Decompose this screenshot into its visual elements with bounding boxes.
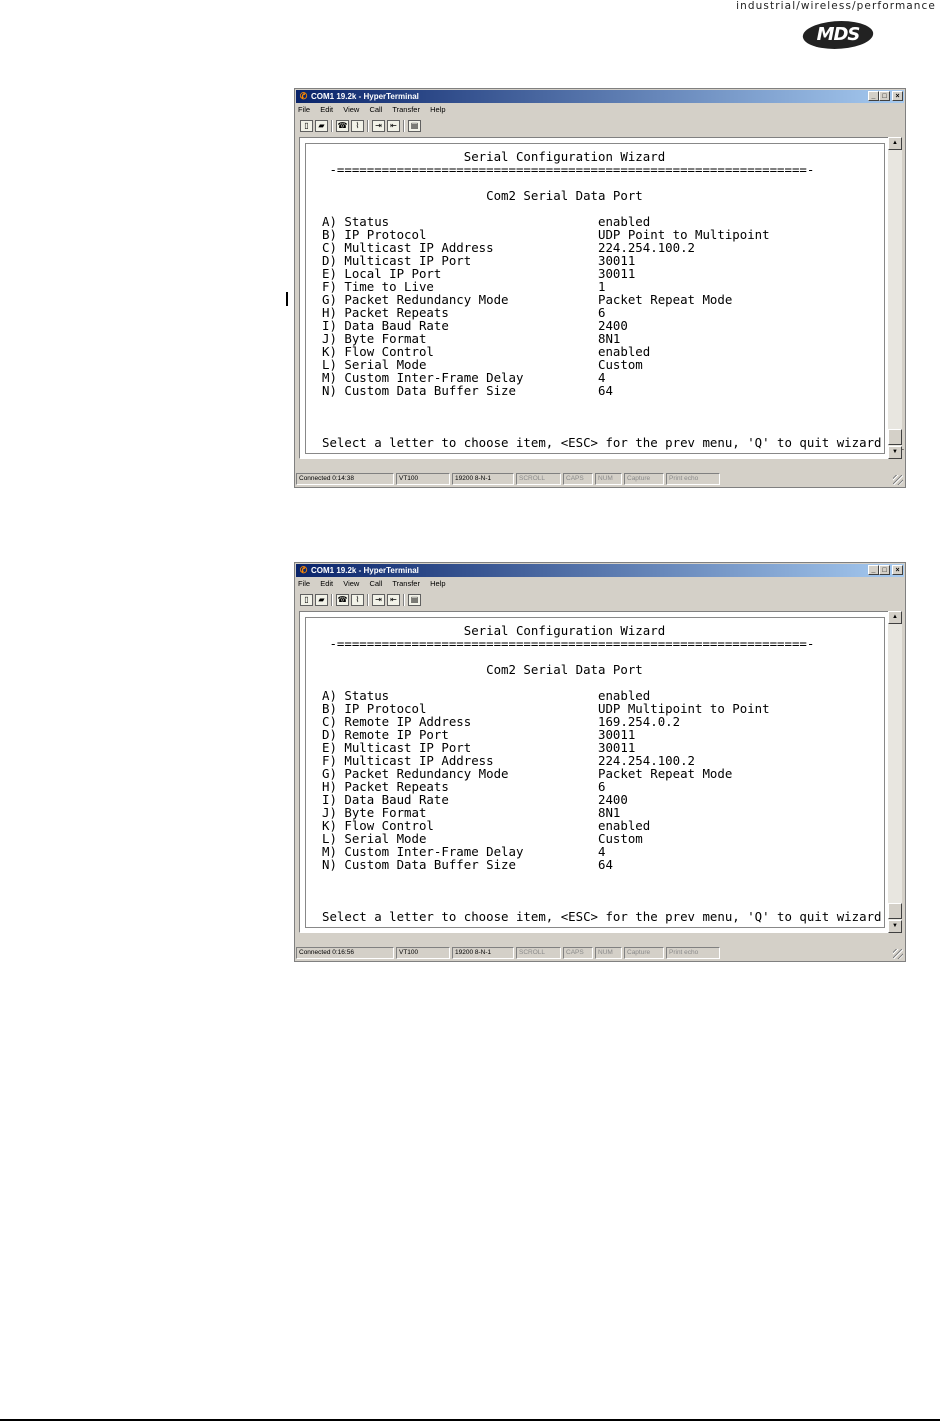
menu-bar: File Edit View Call Transfer Help: [298, 578, 454, 590]
terminal-output: Serial Configuration Wizard -===========…: [322, 149, 904, 450]
status-emulation: VT100: [396, 473, 450, 485]
hyperterminal-window-1: ✆ COM1 19.2k - HyperTerminal _ □ × File Ed…: [286, 88, 906, 488]
new-file-icon[interactable]: ▯: [300, 594, 313, 606]
menu-view[interactable]: View: [343, 105, 359, 114]
status-print-echo: Print echo: [666, 473, 720, 485]
mds-logo: MDS: [799, 21, 877, 51]
resize-grip[interactable]: [893, 475, 903, 485]
terminal-screen[interactable]: Serial Configuration Wizard -===========…: [299, 611, 891, 933]
status-connected: Connected 0:14:38: [296, 473, 394, 485]
resize-grip[interactable]: [893, 949, 903, 959]
close-button[interactable]: ×: [892, 565, 903, 575]
logo-text: MDS: [816, 24, 861, 45]
window-title: COM1 19.2k - HyperTerminal: [311, 92, 419, 101]
brand-tagline: industrial/wireless/performance: [736, 0, 936, 12]
open-folder-icon[interactable]: ▰: [315, 594, 328, 606]
window-title: COM1 19.2k - HyperTerminal: [311, 566, 419, 575]
receive-icon[interactable]: ⇤: [387, 594, 400, 606]
status-connected: Connected 0:16:56: [296, 947, 394, 959]
status-caps: CAPS: [563, 473, 593, 485]
open-folder-icon[interactable]: ▰: [315, 120, 328, 132]
menu-bar: File Edit View Call Transfer Help: [298, 104, 454, 116]
menu-transfer[interactable]: Transfer: [392, 579, 420, 588]
dial-icon[interactable]: ☎: [336, 120, 349, 132]
vertical-scrollbar[interactable]: ▲ ▼: [888, 611, 902, 933]
scroll-up-icon[interactable]: ▲: [888, 137, 902, 150]
menu-file[interactable]: File: [298, 105, 310, 114]
menu-help[interactable]: Help: [430, 579, 445, 588]
scroll-thumb[interactable]: [888, 903, 902, 919]
menu-edit[interactable]: Edit: [320, 579, 333, 588]
scroll-thumb[interactable]: [888, 429, 902, 445]
vertical-scrollbar[interactable]: ▲ ▼: [888, 137, 902, 459]
terminal-screen[interactable]: Serial Configuration Wizard -===========…: [286, 137, 904, 459]
scroll-down-icon[interactable]: ▼: [888, 446, 902, 459]
status-settings: 19200 8-N-1: [452, 473, 514, 485]
properties-icon[interactable]: ▤: [408, 120, 421, 132]
menu-help[interactable]: Help: [430, 105, 445, 114]
status-scroll: SCROLL: [516, 947, 561, 959]
status-capture: Capture: [624, 473, 664, 485]
status-settings: 19200 8-N-1: [452, 947, 514, 959]
send-icon[interactable]: ⇥: [372, 120, 385, 132]
menu-edit[interactable]: Edit: [320, 105, 333, 114]
hyperterminal-app-icon: ✆: [299, 91, 308, 101]
menu-call[interactable]: Call: [369, 105, 382, 114]
scroll-up-icon[interactable]: ▲: [888, 611, 902, 624]
close-button[interactable]: ×: [892, 91, 903, 101]
receive-icon[interactable]: ⇤: [387, 120, 400, 132]
status-bar: Connected 0:16:56 VT100 19200 8-N-1 SCRO…: [296, 945, 904, 960]
menu-call[interactable]: Call: [369, 579, 382, 588]
hang-up-icon[interactable]: ⌇: [351, 594, 364, 606]
maximize-button[interactable]: □: [879, 565, 890, 575]
minimize-button[interactable]: _: [868, 91, 879, 101]
text-cursor-marker: [286, 292, 288, 306]
title-bar[interactable]: ✆ COM1 19.2k - HyperTerminal _ □ ×: [296, 90, 904, 103]
status-caps: CAPS: [563, 947, 593, 959]
status-capture: Capture: [624, 947, 664, 959]
hyperterminal-window-2: ✆ COM1 19.2k - HyperTerminal _ □ × File Ed…: [294, 562, 906, 962]
minimize-button[interactable]: _: [868, 565, 879, 575]
menu-view[interactable]: View: [343, 579, 359, 588]
status-print-echo: Print echo: [666, 947, 720, 959]
menu-transfer[interactable]: Transfer: [392, 105, 420, 114]
send-icon[interactable]: ⇥: [372, 594, 385, 606]
dial-icon[interactable]: ☎: [336, 594, 349, 606]
hang-up-icon[interactable]: ⌇: [351, 120, 364, 132]
menu-file[interactable]: File: [298, 579, 310, 588]
properties-icon[interactable]: ▤: [408, 594, 421, 606]
title-bar[interactable]: ✆ COM1 19.2k - HyperTerminal _ □ ×: [296, 564, 904, 577]
hyperterminal-app-icon: ✆: [299, 565, 308, 575]
status-num: NUM: [595, 473, 622, 485]
status-scroll: SCROLL: [516, 473, 561, 485]
scroll-down-icon[interactable]: ▼: [888, 920, 902, 933]
status-emulation: VT100: [396, 947, 450, 959]
terminal-output: Serial Configuration Wizard -===========…: [322, 623, 882, 924]
status-num: NUM: [595, 947, 622, 959]
maximize-button[interactable]: □: [879, 91, 890, 101]
new-file-icon[interactable]: ▯: [300, 120, 313, 132]
status-bar: Connected 0:14:38 VT100 19200 8-N-1 SCRO…: [296, 471, 904, 486]
